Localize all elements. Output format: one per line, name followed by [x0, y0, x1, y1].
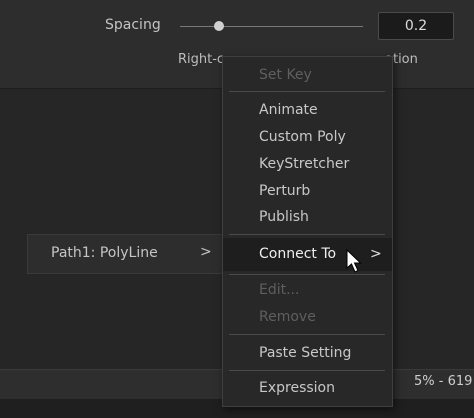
menu-item-label: Perturb [259, 183, 311, 199]
menu-separator [229, 234, 385, 235]
submenu-panel: Path1: PolyLine > [27, 234, 229, 274]
chevron-right-icon: > [370, 246, 382, 262]
menu-item-paste-setting[interactable]: Paste Setting [223, 340, 392, 366]
menu-item-set-key: Set Key [223, 62, 392, 88]
menu-item-label: Edit... [259, 282, 300, 298]
menu-item-label: Animate [259, 102, 318, 118]
menu-item-animate[interactable]: Animate [223, 97, 392, 123]
submenu-item-path1-polyline[interactable]: Path1: PolyLine > [28, 235, 228, 273]
menu-item-keystretcher[interactable]: KeyStretcher [223, 151, 392, 177]
menu-item-label: Remove [259, 309, 316, 325]
spacing-value-field[interactable]: 0.2 [378, 12, 454, 40]
spacing-slider-track[interactable] [180, 26, 363, 27]
menu-separator [229, 370, 385, 371]
spacing-label: Spacing [105, 17, 161, 33]
menu-item-publish[interactable]: Publish [223, 204, 392, 230]
range-readout: 5% - 619 [414, 374, 473, 389]
menu-separator [229, 91, 385, 92]
mouse-cursor-icon [346, 249, 362, 273]
spacing-slider-thumb[interactable] [214, 21, 224, 31]
menu-item-expression[interactable]: Expression [223, 375, 392, 401]
menu-item-label: Publish [259, 209, 309, 225]
menu-item-remove: Remove [223, 304, 392, 330]
menu-item-label: Paste Setting [259, 345, 352, 361]
menu-item-perturb[interactable]: Perturb [223, 178, 392, 204]
menu-item-custom-poly[interactable]: Custom Poly [223, 124, 392, 150]
context-menu: Set Key Animate Custom Poly KeyStretcher… [222, 56, 393, 407]
menu-item-label: Expression [259, 380, 335, 396]
menu-item-edit: Edit... [223, 277, 392, 303]
menu-item-label: Custom Poly [259, 129, 346, 145]
menu-item-label: KeyStretcher [259, 156, 350, 172]
submenu-item-label: Path1: PolyLine [51, 245, 158, 261]
menu-separator [229, 334, 385, 335]
menu-item-label: Connect To [259, 246, 337, 262]
chevron-right-icon: > [200, 244, 212, 260]
right-label-partial: Right-c [178, 52, 225, 67]
menu-item-label: Set Key [259, 67, 312, 83]
